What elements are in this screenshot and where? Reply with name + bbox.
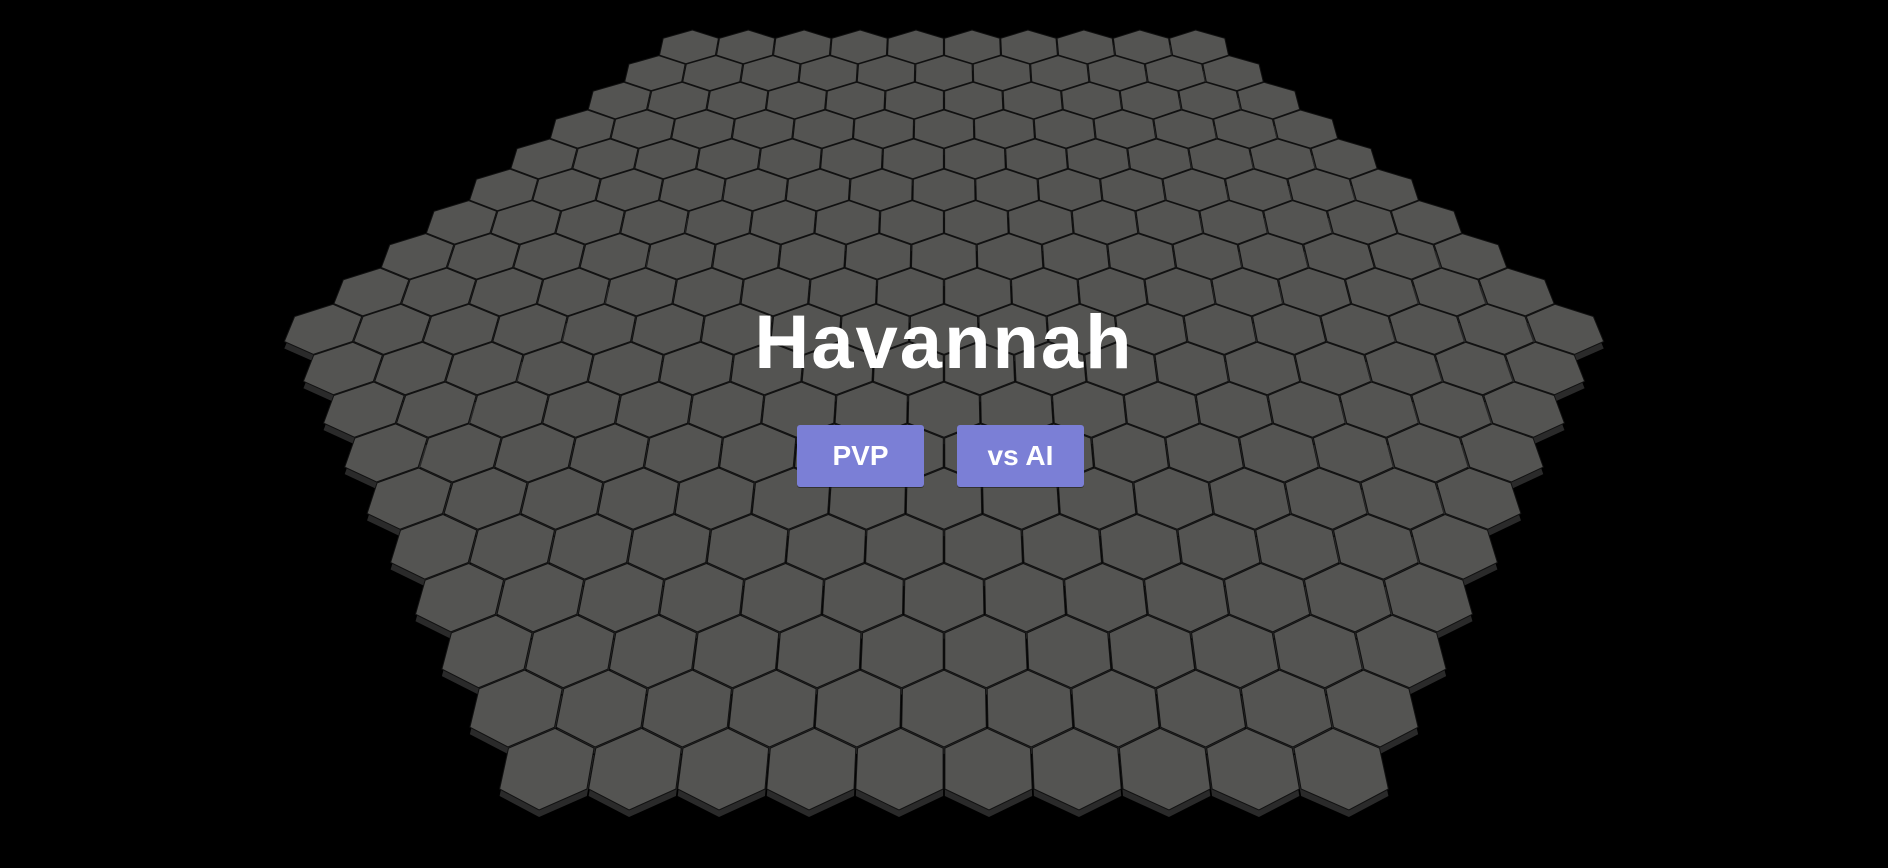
game-title: Havannah [754, 300, 1134, 385]
pvp-button[interactable]: PVP [797, 425, 924, 487]
game-scene: Havannah PVP vs AI [0, 0, 1888, 868]
vs-ai-button[interactable]: vs AI [957, 425, 1084, 487]
main-menu-overlay: Havannah PVP vs AI [0, 0, 1888, 868]
